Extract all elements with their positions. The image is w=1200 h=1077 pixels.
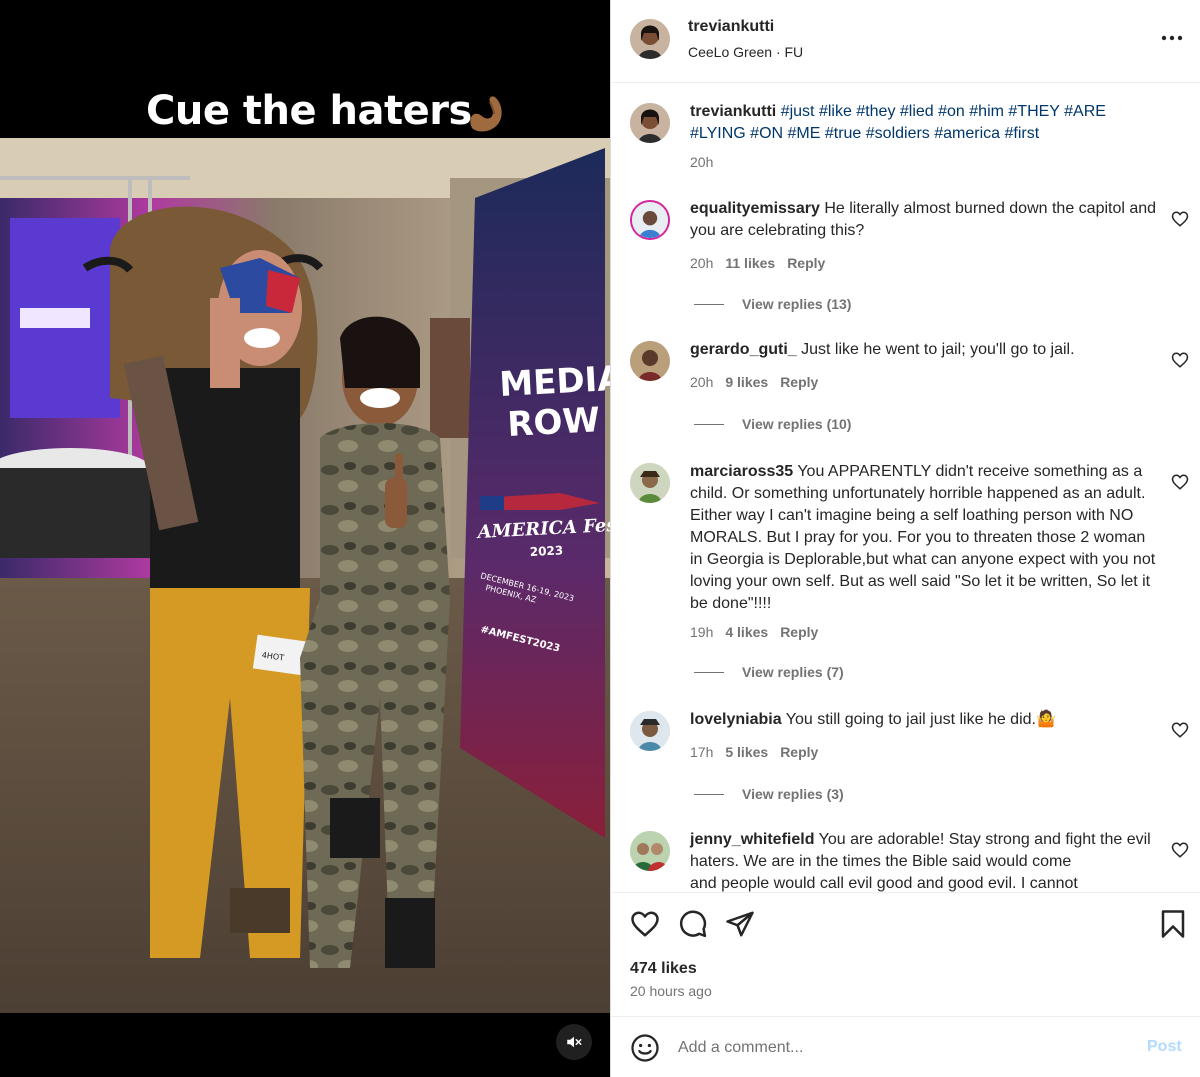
- comment-username[interactable]: jenny_whitefield: [690, 831, 814, 848]
- mute-button[interactable]: [556, 1024, 592, 1060]
- view-replies-button[interactable]: View replies (13): [694, 296, 851, 312]
- heart-icon[interactable]: [630, 909, 660, 939]
- bookmark-icon[interactable]: [1158, 909, 1188, 939]
- comment-time: 19h: [690, 624, 714, 640]
- heart-icon[interactable]: [1171, 210, 1189, 228]
- comment-text: jenny_whitefield You are adorable! Stay …: [690, 829, 1160, 892]
- comment-meta: 20h 9 likes Reply: [690, 374, 830, 390]
- caption-username[interactable]: treviankutti: [690, 103, 776, 120]
- caption-time: 20h: [690, 154, 714, 170]
- comment-username[interactable]: lovelyniabia: [690, 711, 782, 728]
- view-replies-label: View replies (3): [742, 786, 844, 802]
- comment-meta: 19h 4 likes Reply: [690, 624, 830, 640]
- reply-button[interactable]: Reply: [780, 374, 818, 390]
- view-replies-button[interactable]: View replies (3): [694, 786, 844, 802]
- comment-body-clipped: and people would call evil good and good…: [690, 875, 1078, 892]
- heart-icon[interactable]: [1171, 721, 1189, 739]
- video-overlay-text: Cue the haters: [146, 88, 472, 134]
- heart-icon[interactable]: [1171, 351, 1189, 369]
- comment-body: Just like he went to jail; you'll go to …: [801, 341, 1075, 358]
- flexed-biceps-emoji: [470, 96, 502, 132]
- comment-likes[interactable]: 4 likes: [725, 624, 768, 640]
- comments-list[interactable]: treviankutti #just #like #they #lied #on…: [611, 84, 1200, 892]
- avatar[interactable]: [630, 711, 670, 751]
- comment-text: equalityemissary He literally almost bur…: [690, 198, 1160, 242]
- comment-bubble-icon[interactable]: [678, 909, 708, 939]
- more-options-button[interactable]: [1159, 25, 1185, 51]
- audio-track[interactable]: CeeLo Green · FU: [688, 44, 803, 60]
- avatar[interactable]: [630, 19, 670, 59]
- view-replies-button[interactable]: View replies (10): [694, 416, 851, 432]
- reply-button[interactable]: Reply: [780, 624, 818, 640]
- add-comment-bar: Post: [611, 1016, 1200, 1077]
- comment-text: marciaross35 You APPARENTLY didn't recei…: [690, 461, 1160, 615]
- post-header: treviankutti CeeLo Green · FU: [611, 0, 1200, 83]
- heart-icon[interactable]: [1171, 841, 1189, 859]
- comment-username[interactable]: marciaross35: [690, 463, 793, 480]
- avatar[interactable]: [630, 831, 670, 871]
- view-replies-label: View replies (7): [742, 664, 844, 680]
- avatar[interactable]: [630, 463, 670, 503]
- avatar[interactable]: [630, 341, 670, 381]
- view-replies-label: View replies (13): [742, 296, 852, 312]
- author-username[interactable]: treviankutti: [688, 18, 774, 36]
- comment-time: 20h: [690, 374, 714, 390]
- comment-likes[interactable]: 5 likes: [725, 744, 768, 760]
- post-sidebar: treviankutti CeeLo Green · FU treviankut…: [610, 0, 1200, 1077]
- post-media[interactable]: Cue the haters MEDIA ROW AMERICA Fest 20…: [0, 0, 610, 1077]
- caption-text: treviankutti #just #like #they #lied #on…: [690, 101, 1160, 145]
- banner-title: MEDIA: [498, 359, 610, 405]
- view-replies-button[interactable]: View replies (7): [694, 664, 844, 680]
- comment-meta: 17h 5 likes Reply: [690, 744, 830, 760]
- comment-username[interactable]: equalityemissary: [690, 200, 820, 217]
- banner-year: 2023: [529, 543, 563, 559]
- likes-count[interactable]: 474 likes: [630, 960, 697, 978]
- comment-time: 17h: [690, 744, 714, 760]
- reply-button[interactable]: Reply: [787, 255, 825, 271]
- comment-input[interactable]: [678, 1035, 1118, 1061]
- comment-meta: 20h 11 likes Reply: [690, 255, 837, 271]
- post-button[interactable]: Post: [1147, 1038, 1182, 1056]
- banner-subtitle: ROW: [506, 400, 601, 445]
- comment-text: gerardo_guti_ Just like he went to jail;…: [690, 339, 1160, 361]
- comment-time: 20h: [690, 255, 714, 271]
- comment-body: You APPARENTLY didn't receive something …: [690, 463, 1156, 612]
- comment-username[interactable]: gerardo_guti_: [690, 341, 797, 358]
- avatar[interactable]: [630, 103, 670, 143]
- smiley-icon[interactable]: [630, 1033, 660, 1063]
- avatar[interactable]: [630, 200, 670, 240]
- post-timestamp: 20 hours ago: [630, 983, 712, 999]
- comment-likes[interactable]: 9 likes: [725, 374, 768, 390]
- speaker-muted-icon: [567, 1036, 582, 1048]
- comment-body: You still going to jail just like he did…: [785, 711, 1056, 728]
- reply-button[interactable]: Reply: [780, 744, 818, 760]
- view-replies-label: View replies (10): [742, 416, 852, 432]
- more-horizontal-icon: [1161, 35, 1183, 41]
- paper-plane-icon[interactable]: [725, 909, 755, 939]
- heart-icon[interactable]: [1171, 473, 1189, 491]
- post-photo: MEDIA ROW AMERICA Fest 2023 DECEMBER 16-…: [0, 138, 610, 1013]
- comment-likes[interactable]: 11 likes: [725, 255, 775, 271]
- post-actions: 474 likes 20 hours ago: [611, 892, 1200, 1016]
- comment-text: lovelyniabia You still going to jail jus…: [690, 709, 1160, 731]
